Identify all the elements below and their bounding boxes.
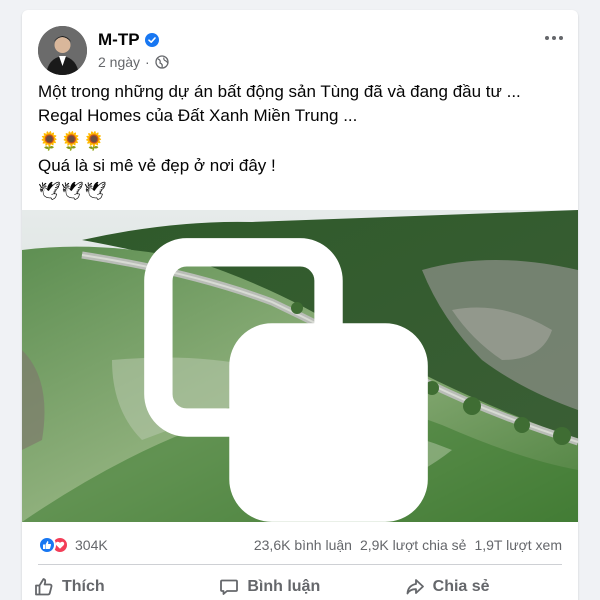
like-reaction-icon bbox=[38, 536, 56, 554]
share-button[interactable]: Chia sẻ bbox=[393, 572, 578, 600]
avatar[interactable] bbox=[38, 26, 87, 75]
comment-button[interactable]: Bình luận bbox=[207, 572, 392, 600]
comment-count[interactable]: 23,6K bình luận bbox=[254, 537, 352, 553]
post-text-line-1: Một trong những dự án bất động sản Tùng … bbox=[38, 82, 521, 101]
dove-emojis: 🕊🕊🕊 bbox=[38, 181, 107, 201]
post-text: Một trong những dự án bất động sản Tùng … bbox=[38, 80, 568, 204]
post-actions: Thích Bình luận Chia sẻ bbox=[22, 572, 578, 600]
post-meta: 2 ngày · bbox=[98, 54, 169, 70]
thumbs-up-icon bbox=[35, 578, 53, 596]
post-text-line-2: Regal Homes của Đất Xanh Miền Trung ... bbox=[38, 106, 358, 125]
like-button-label: Thích bbox=[62, 578, 105, 595]
view-count: 1,9T lượt xem bbox=[474, 537, 562, 553]
post-card: M-TP 2 ngày · Một trong những dự án bất … bbox=[22, 10, 578, 600]
verified-badge-icon bbox=[144, 33, 159, 47]
post-stats: 304K 23,6K bình luận 2,9K lượt chia sẻ 1… bbox=[38, 534, 562, 556]
stats-right: 23,6K bình luận 2,9K lượt chia sẻ 1,9T l… bbox=[254, 537, 562, 553]
post-time[interactable]: 2 ngày bbox=[98, 54, 140, 70]
divider bbox=[38, 564, 562, 565]
share-icon bbox=[406, 579, 424, 595]
comment-icon bbox=[220, 579, 239, 595]
post-header: M-TP 2 ngày · bbox=[22, 10, 578, 80]
expand-photo-icon[interactable] bbox=[22, 224, 564, 522]
reaction-count[interactable]: 304K bbox=[75, 537, 108, 553]
author-name-text[interactable]: M-TP bbox=[98, 30, 140, 50]
like-button[interactable]: Thích bbox=[22, 572, 207, 600]
author-name[interactable]: M-TP bbox=[98, 30, 159, 50]
comment-button-label: Bình luận bbox=[247, 578, 321, 595]
share-button-label: Chia sẻ bbox=[432, 578, 490, 595]
globe-icon bbox=[155, 55, 169, 69]
reactions-summary[interactable]: 304K bbox=[38, 536, 108, 554]
post-photo[interactable] bbox=[22, 210, 578, 522]
more-options-icon[interactable] bbox=[544, 28, 564, 48]
sunflower-emojis: 🌻🌻🌻 bbox=[38, 131, 106, 151]
share-count[interactable]: 2,9K lượt chia sẻ bbox=[360, 537, 467, 553]
post-text-line-3: Quá là si mê vẻ đẹp ở nơi đây ! bbox=[38, 156, 276, 175]
